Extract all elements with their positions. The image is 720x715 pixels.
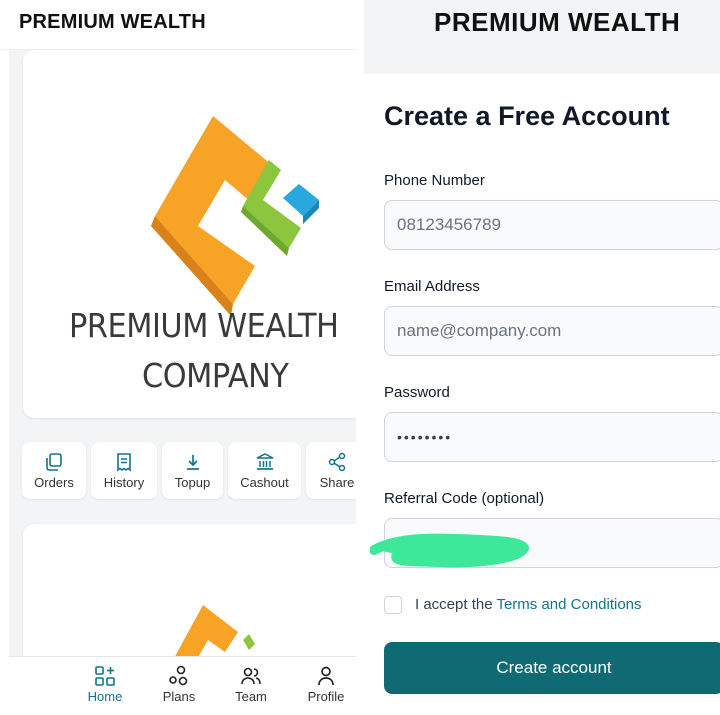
nav-home[interactable]: Home: [75, 665, 135, 704]
terms-link[interactable]: Terms and Conditions: [496, 596, 641, 613]
form-title: Create a Free Account: [384, 101, 670, 131]
company-logo-icon: [151, 116, 319, 316]
nav-plans-label: Plans: [162, 689, 196, 704]
app-title: PREMIUM WEALTH: [19, 11, 206, 33]
team-icon: [241, 667, 261, 685]
app-header: PREMIUM WEALTH: [0, 0, 356, 50]
home-screen: PREMIUM WEALTH PREMIUM WEALTH COMPANY Or…: [0, 0, 356, 715]
nav-profile[interactable]: Profile: [296, 665, 356, 704]
topup-button[interactable]: Topup: [162, 442, 223, 499]
history-label: History: [103, 474, 145, 490]
password-label: Password: [384, 384, 450, 401]
create-account-button[interactable]: Create account: [384, 642, 720, 694]
share-label: Share: [319, 474, 355, 490]
user-icon: [318, 666, 334, 686]
referral-label: Referral Code (optional): [384, 490, 545, 507]
signup-header: PREMIUM WEALTH: [364, 0, 720, 74]
nav-plans[interactable]: Plans: [149, 665, 209, 704]
history-button[interactable]: History: [91, 442, 157, 499]
quick-actions: Orders History Topup Cashout Share: [22, 442, 356, 502]
company-name-line1: PREMIUM WEALTH: [69, 306, 339, 345]
phone-input[interactable]: 08123456789: [384, 200, 720, 250]
signup-app-title: PREMIUM WEALTH: [434, 7, 681, 37]
share-button[interactable]: Share: [306, 442, 356, 499]
cashout-label: Cashout: [240, 474, 289, 490]
orders-icon: [46, 452, 62, 471]
topup-label: Topup: [174, 474, 211, 490]
plans-icon: [169, 665, 188, 686]
bottom-nav: Home Plans Team Profile: [9, 656, 356, 715]
company-name-line2: COMPANY: [142, 356, 289, 395]
password-input[interactable]: ••••••••: [384, 412, 720, 462]
cashout-button[interactable]: Cashout: [228, 442, 301, 499]
orders-label: Orders: [34, 474, 74, 490]
bank-icon: [256, 452, 273, 470]
email-label: Email Address: [384, 278, 480, 295]
nav-team-label: Team: [235, 689, 267, 704]
download-icon: [186, 454, 199, 470]
redaction-scribble: [370, 533, 529, 568]
nav-home-label: Home: [87, 689, 123, 704]
accept-terms-text: I accept the Terms and Conditions: [415, 596, 642, 613]
nav-profile-label: Profile: [307, 689, 345, 704]
signup-screen: PREMIUM WEALTH Create a Free Account Pho…: [364, 0, 720, 715]
terms-checkbox[interactable]: [384, 596, 402, 614]
orders-button[interactable]: Orders: [22, 442, 86, 499]
share-icon: [328, 452, 346, 471]
phone-label: Phone Number: [384, 172, 485, 189]
accept-prefix: I accept the: [415, 596, 497, 613]
logo-card: PREMIUM WEALTH COMPANY: [23, 50, 356, 418]
history-icon: [117, 452, 131, 472]
grid-plus-icon: [95, 666, 115, 686]
email-input[interactable]: name@company.com: [384, 306, 720, 356]
home-content: PREMIUM WEALTH COMPANY Orders History To…: [9, 50, 356, 704]
nav-team[interactable]: Team: [221, 665, 281, 704]
